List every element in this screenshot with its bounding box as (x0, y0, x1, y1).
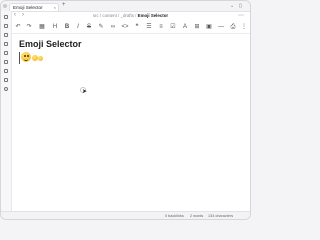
overflow-menu-icon[interactable]: ⋮ (240, 23, 248, 31)
tab-label: Emoji Selector (13, 5, 43, 10)
emoji-eye-left (24, 55, 26, 57)
files-icon[interactable] (4, 15, 8, 19)
bold-icon[interactable]: B (63, 23, 71, 31)
link-icon[interactable]: ∞ (109, 23, 117, 31)
navigation-bar: ‹ › src / content / _drafts / Emoji Sele… (11, 12, 250, 20)
graph-icon[interactable] (4, 42, 8, 46)
help-icon[interactable] (4, 87, 8, 91)
code-icon[interactable]: <> (121, 23, 129, 31)
divider-icon[interactable]: ― (217, 23, 225, 31)
tab-list-icon[interactable]: ⌄ (230, 3, 234, 9)
status-bar: 0 backlinks 2 words 134 characters (1, 211, 250, 219)
strikethrough-icon[interactable]: S (85, 23, 93, 31)
attachment-icon[interactable]: ⎙ (229, 23, 237, 31)
quote-icon[interactable]: ❝ (133, 23, 141, 31)
table-icon[interactable]: ⊞ (193, 23, 201, 31)
new-tab-icon[interactable]: + (62, 2, 66, 8)
search-icon[interactable] (4, 24, 8, 28)
bullet-list-icon[interactable]: ☰ (145, 23, 153, 31)
bookmark-icon[interactable] (4, 33, 8, 37)
undo-icon[interactable]: ↶ (14, 23, 22, 31)
editor-area[interactable]: Emoji Selector ➤ (11, 34, 250, 184)
numbered-list-icon[interactable]: ≡ (157, 23, 165, 31)
heading-icon[interactable]: H (51, 23, 59, 31)
calendar-icon[interactable] (4, 60, 8, 64)
title-bar: Emoji Selector × + ⌄ ▯ (1, 1, 250, 12)
checklist-icon[interactable]: ☑ (169, 23, 177, 31)
breadcrumb-current: Emoji Selector (137, 13, 169, 18)
sidebar-toggle-icon[interactable]: ▯ (239, 3, 242, 9)
small-hand-emoji[interactable] (38, 56, 43, 61)
italic-icon[interactable]: I (74, 23, 82, 31)
app-window: Emoji Selector × + ⌄ ▯ ‹ › src / content… (0, 0, 251, 220)
terminal-icon[interactable] (4, 78, 8, 82)
editor-toolbar: ↶ ↷ ▦ H B I S ✎ ∞ <> ❝ ☰ ≡ ☑ A ⊞ ▣ ― ⎙ ⋮ (11, 21, 250, 34)
status-word-count: 2 words (190, 214, 204, 218)
canvas-icon[interactable] (4, 51, 8, 55)
smiling-face-emoji[interactable] (21, 52, 31, 62)
status-backlinks[interactable]: 0 backlinks (165, 214, 184, 218)
emoji-eye-right (27, 55, 29, 57)
window-close-control[interactable] (3, 4, 7, 8)
emoji-mouth (24, 58, 28, 61)
highlight-icon[interactable]: ✎ (97, 23, 105, 31)
tab-emoji-selector[interactable]: Emoji Selector × (9, 3, 59, 11)
breadcrumb-item[interactable]: _drafts (121, 13, 134, 18)
breadcrumb-item[interactable]: src (93, 13, 99, 18)
text-cursor (19, 52, 20, 64)
mouse-pointer-icon: ➤ (82, 89, 88, 95)
more-options-icon[interactable]: ⋯ (238, 12, 244, 19)
template-icon[interactable] (4, 69, 8, 73)
breadcrumb-item[interactable]: content (102, 13, 116, 18)
text-color-icon[interactable]: A (181, 23, 189, 31)
document-title[interactable]: Emoji Selector (19, 39, 82, 49)
image-icon[interactable]: ▣ (205, 23, 213, 31)
redo-icon[interactable]: ↷ (25, 23, 33, 31)
tab-close-icon[interactable]: × (54, 5, 56, 10)
breadcrumb: src / content / _drafts / Emoji Selector (92, 13, 169, 18)
calendar-insert-icon[interactable]: ▦ (38, 23, 46, 31)
status-character-count: 134 characters (208, 214, 234, 218)
